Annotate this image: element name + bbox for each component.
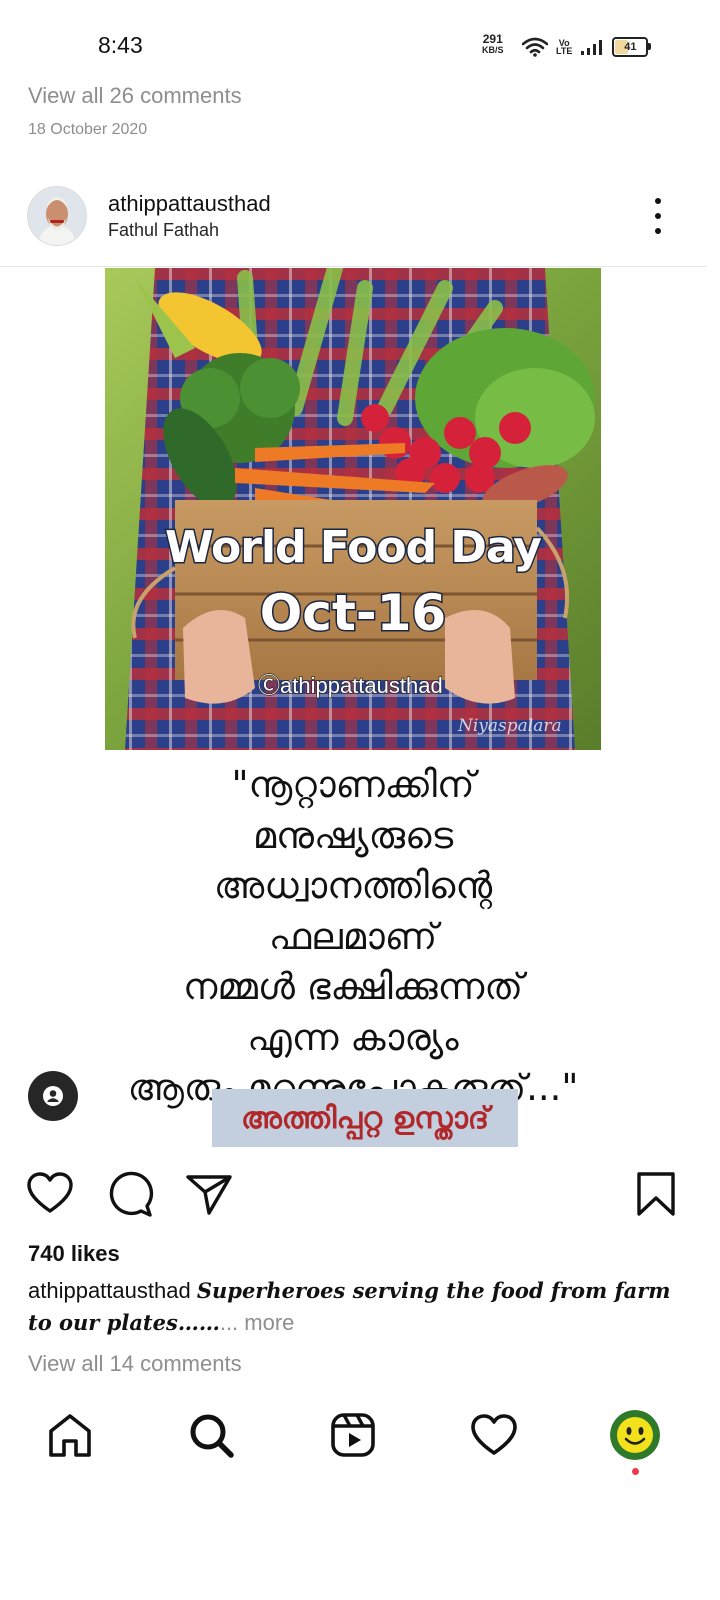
notification-dot <box>632 1468 639 1475</box>
paper-plane-icon <box>186 1175 232 1215</box>
battery-icon: 41 <box>612 37 652 57</box>
signal-icon <box>581 40 603 55</box>
heart-icon <box>471 1414 517 1455</box>
quote-author: അത്തിപ്പറ്റ ഉസ്താദ് <box>240 1100 489 1136</box>
volte-label-bottom: LTE <box>556 46 573 56</box>
previous-post-view-comments[interactable]: View all 26 comments <box>28 83 242 109</box>
image-watermark-handle: Ⓒathippattausthad <box>257 672 443 698</box>
view-all-comments[interactable]: View all 14 comments <box>28 1351 242 1377</box>
comment-button[interactable] <box>106 1170 154 1218</box>
nav-search[interactable] <box>186 1408 236 1462</box>
more-options-icon[interactable] <box>648 198 668 234</box>
user-tag-icon[interactable] <box>28 1071 78 1121</box>
quote-line: എന്ന കാര്യം <box>247 1015 459 1059</box>
caption-username[interactable]: athippattausthad <box>28 1278 191 1303</box>
post-avatar[interactable] <box>27 186 87 246</box>
network-speed-unit: KB/S <box>482 45 504 55</box>
nav-reels[interactable] <box>328 1408 378 1462</box>
network-speed-value: 291 <box>482 32 503 46</box>
nav-profile-avatar[interactable] <box>610 1410 660 1460</box>
save-button[interactable] <box>632 1170 680 1218</box>
nav-activity[interactable] <box>469 1408 519 1462</box>
likes-count[interactable]: 740 likes <box>28 1241 120 1267</box>
share-button[interactable] <box>185 1170 233 1218</box>
header-divider <box>0 266 706 267</box>
volte-indicator: Vo LTE <box>556 39 573 56</box>
quote-text: "നൂറ്റാണക്കിന് മനുഷ്യരുടെ അധ്വാനത്തിന്റെ… <box>100 760 606 1114</box>
post-caption: athippattausthad Superheroes serving the… <box>28 1275 678 1339</box>
network-speed: 291 KB/S <box>482 32 504 56</box>
quote-line: മനുഷ്യരുടെ <box>252 813 454 857</box>
search-icon <box>190 1414 234 1458</box>
reels-icon <box>331 1413 375 1457</box>
post-username[interactable]: athippattausthad <box>108 191 271 217</box>
status-icons: Vo LTE 41 <box>522 33 652 61</box>
quote-line: "നൂറ്റാണക്കിന് <box>231 763 475 806</box>
quote-line: നമ്മൾ ഭക്ഷിക്കുന്നത് <box>183 965 523 1008</box>
comment-bubble-icon <box>109 1171 154 1217</box>
post-location[interactable]: Fathul Fathah <box>108 220 219 241</box>
status-time: 8:43 <box>98 32 143 58</box>
like-button[interactable] <box>26 1170 74 1218</box>
quote-author-box: അത്തിപ്പറ്റ ഉസ്താദ് <box>212 1089 518 1147</box>
image-signature: Niyaspalara <box>458 716 562 736</box>
previous-post-date: 18 October 2020 <box>28 121 148 138</box>
nav-home[interactable] <box>45 1408 95 1462</box>
bookmark-icon <box>637 1172 675 1216</box>
quote-line: അധ്വാനത്തിന്റെ <box>213 864 493 907</box>
caption-more-link[interactable]: ... more <box>220 1310 295 1335</box>
quote-line: ഫലമാണ് <box>268 914 438 958</box>
image-title-text: World Food Day <box>164 521 544 575</box>
battery-level: 41 <box>624 41 637 53</box>
heart-icon <box>27 1172 73 1213</box>
wifi-icon <box>522 37 548 57</box>
image-date-text: Oct-16 <box>258 583 447 644</box>
home-icon <box>49 1414 91 1457</box>
